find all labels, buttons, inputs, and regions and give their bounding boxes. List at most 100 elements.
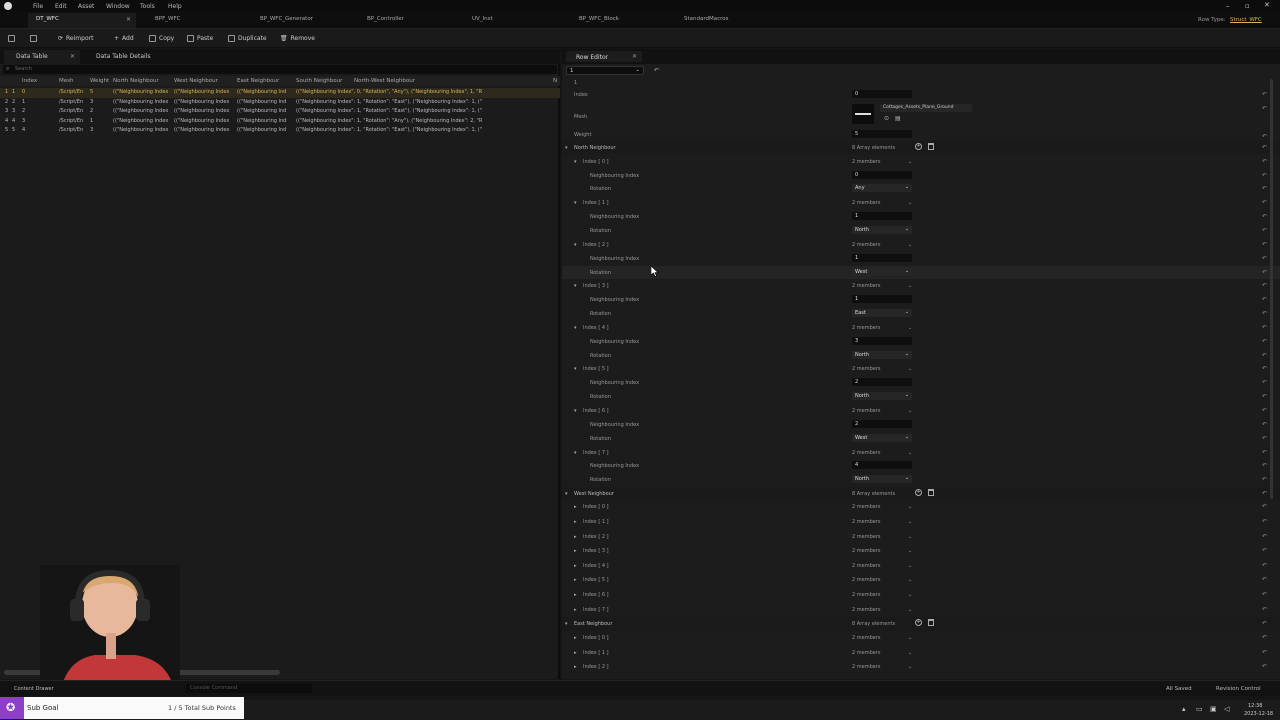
- index-field[interactable]: 0: [852, 90, 912, 98]
- chevron-down-icon[interactable]: ⌄: [908, 366, 912, 372]
- expanded-arrow-icon[interactable]: ▾: [574, 408, 577, 414]
- tab-row-editor[interactable]: Row Editor ✕: [566, 51, 642, 62]
- col-header[interactable]: Weight: [90, 78, 109, 84]
- north-index-4[interactable]: ▾ Index [ 4 ] 2 members ⌄ ↶: [562, 321, 1280, 335]
- reset-to-default-icon[interactable]: ↶: [1262, 518, 1267, 525]
- table-row[interactable]: 3 3 2/Script/En 2 (("Neighbouring Index (("Ne…: [0, 107, 560, 117]
- chevron-down-icon[interactable]: ⌄: [908, 325, 912, 331]
- system-tray-icon[interactable]: ▴: [1182, 705, 1186, 713]
- index-property[interactable]: Index 0 ↶: [562, 88, 1280, 102]
- window-minimize-icon[interactable]: –: [1226, 2, 1230, 10]
- expanded-arrow-icon[interactable]: ▾: [565, 621, 568, 627]
- reset-to-default-icon[interactable]: ↶: [1262, 296, 1267, 303]
- reset-to-default-icon[interactable]: ↶: [1262, 338, 1267, 345]
- reset-to-default-icon[interactable]: ↶: [1262, 352, 1267, 359]
- rotation-dropdown[interactable]: North ⌄: [852, 350, 912, 359]
- display-icon[interactable]: ▣: [1210, 705, 1217, 713]
- chevron-down-icon[interactable]: ⌄: [908, 242, 912, 248]
- west-index-6[interactable]: ▸ Index [ 6 ] 2 members ⌄ ↶: [562, 588, 1280, 603]
- menu-file[interactable]: File: [33, 3, 43, 10]
- menu-tools[interactable]: Tools: [140, 3, 155, 10]
- reset-to-default-icon[interactable]: ↶: [1262, 172, 1267, 179]
- reset-to-default-icon[interactable]: ↶: [1262, 269, 1267, 276]
- chevron-down-icon[interactable]: ⌄: [908, 283, 912, 289]
- save-button[interactable]: [6, 33, 17, 44]
- chevron-down-icon[interactable]: ⌄: [908, 200, 912, 206]
- collapsed-arrow-icon[interactable]: ▸: [574, 504, 577, 510]
- close-tab-icon[interactable]: ✕: [632, 53, 637, 60]
- expanded-arrow-icon[interactable]: ▾: [565, 491, 568, 497]
- reset-to-default-icon[interactable]: ↶: [1262, 435, 1267, 442]
- row-name-select[interactable]: 1 ⌄: [566, 66, 644, 75]
- chevron-down-icon[interactable]: ⌄: [908, 548, 912, 554]
- north-index-6[interactable]: ▾ Index [ 6 ] 2 members ⌄ ↶: [562, 404, 1280, 418]
- collapsed-arrow-icon[interactable]: ▸: [574, 592, 577, 598]
- expanded-arrow-icon[interactable]: ▾: [574, 366, 577, 372]
- collapsed-arrow-icon[interactable]: ▸: [574, 664, 577, 670]
- neighbouring-index-property[interactable]: Neighbouring Index 3 ↶: [562, 335, 1280, 349]
- col-header[interactable]: Mesh: [59, 78, 73, 84]
- copy-button[interactable]: Copy: [147, 33, 176, 44]
- menu-edit[interactable]: Edit: [55, 3, 67, 10]
- rotation-dropdown[interactable]: West ⌄: [852, 433, 912, 442]
- trash-icon[interactable]: [928, 488, 934, 496]
- col-header[interactable]: East Neighbour: [237, 78, 279, 84]
- collapsed-arrow-icon[interactable]: ▸: [574, 635, 577, 641]
- neighbouring-index-field[interactable]: 4: [852, 461, 912, 470]
- chevron-down-icon[interactable]: ⌄: [908, 519, 912, 525]
- collapsed-arrow-icon[interactable]: ▸: [574, 650, 577, 656]
- reset-to-default-icon[interactable]: ↶: [1262, 324, 1267, 331]
- neighbouring-index-property[interactable]: Neighbouring Index 1 ↶: [562, 293, 1280, 307]
- expanded-arrow-icon[interactable]: ▾: [574, 159, 577, 165]
- north-index-7[interactable]: ▾ Index [ 7 ] 2 members ⌄ ↶: [562, 446, 1280, 460]
- col-header[interactable]: North Neighbour: [113, 78, 159, 84]
- menu-asset[interactable]: Asset: [78, 3, 94, 10]
- reimport-button[interactable]: ⟳ Reimport: [56, 33, 95, 44]
- trash-icon[interactable]: [928, 619, 934, 627]
- east-neighbour-array[interactable]: ▾ East Neighbour 8 Array elements + ↶: [562, 617, 1280, 631]
- rotation-property[interactable]: Rotation West ⌄ ↶: [562, 265, 1280, 279]
- rotation-property[interactable]: Rotation North ⌄ ↶: [562, 473, 1280, 487]
- row-type-value[interactable]: Struct_WFC: [1230, 17, 1262, 23]
- clock-date[interactable]: 2023-12-18: [1244, 711, 1273, 717]
- reset-to-default-icon[interactable]: ↶: [1262, 133, 1267, 140]
- weight-property[interactable]: Weight 5 ↶: [562, 129, 1280, 141]
- north-neighbour-array[interactable]: ▾ North Neighbour 8 Array elements + ↶: [562, 140, 1280, 155]
- tab-bp-controller[interactable]: BP_Controller: [367, 16, 404, 22]
- reset-to-default-icon[interactable]: ↶: [1262, 490, 1267, 497]
- paste-button[interactable]: Paste: [185, 33, 215, 44]
- tab-bpf-wfc[interactable]: BPF_WFC: [155, 16, 180, 22]
- collapsed-arrow-icon[interactable]: ▸: [574, 563, 577, 569]
- row-section-header[interactable]: 1: [562, 78, 1280, 88]
- col-header[interactable]: West Neighbour: [174, 78, 218, 84]
- volume-icon[interactable]: ◁: [1224, 705, 1229, 713]
- reset-to-default-icon[interactable]: ↶: [1262, 213, 1267, 220]
- tab-uv-inst[interactable]: UV_Inst: [472, 16, 493, 22]
- collapsed-arrow-icon[interactable]: ▸: [574, 519, 577, 525]
- neighbouring-index-property[interactable]: Neighbouring Index 2 ↶: [562, 418, 1280, 432]
- expanded-arrow-icon[interactable]: ▾: [565, 145, 568, 151]
- unreal-logo-icon[interactable]: [4, 2, 12, 10]
- rotation-dropdown[interactable]: West ⌄: [852, 267, 912, 276]
- reset-to-default-icon[interactable]: ↶: [1262, 407, 1267, 414]
- east-index-0[interactable]: ▸ Index [ 0 ] 2 members ⌄ ↶: [562, 631, 1280, 646]
- collapsed-arrow-icon[interactable]: ▸: [574, 577, 577, 583]
- north-index-2[interactable]: ▾ Index [ 2 ] 2 members ⌄ ↶: [562, 238, 1280, 252]
- reset-to-default-icon[interactable]: ↶: [1262, 227, 1267, 234]
- reset-to-default-icon[interactable]: ↶: [1262, 547, 1267, 554]
- col-header[interactable]: South Neighbour: [296, 78, 342, 84]
- reset-to-default-icon[interactable]: ↶: [1262, 158, 1267, 165]
- west-neighbour-array[interactable]: ▾ West Neighbour 8 Array elements + ↶: [562, 486, 1280, 500]
- reset-to-default-icon[interactable]: ↶: [1262, 649, 1267, 656]
- reset-to-default-icon[interactable]: ↶: [1262, 503, 1267, 510]
- rotation-property[interactable]: Rotation West ⌄ ↶: [562, 432, 1280, 446]
- west-index-5[interactable]: ▸ Index [ 5 ] 2 members ⌄ ↶: [562, 573, 1280, 588]
- neighbouring-index-property[interactable]: Neighbouring Index 2 ↶: [562, 376, 1280, 390]
- neighbouring-index-field[interactable]: 3: [852, 336, 912, 345]
- north-index-0[interactable]: ▾ Index [ 0 ] 2 members ⌄ ↶: [562, 155, 1280, 169]
- reset-to-default-icon[interactable]: ↶: [1262, 185, 1267, 192]
- reset-to-default-icon[interactable]: ↶: [1262, 620, 1267, 627]
- tab-bp-wfc-generator[interactable]: BP_WFC_Generator: [260, 16, 313, 22]
- rotation-dropdown[interactable]: North ⌄: [852, 225, 912, 234]
- reset-to-default-icon[interactable]: ↶: [1262, 379, 1267, 386]
